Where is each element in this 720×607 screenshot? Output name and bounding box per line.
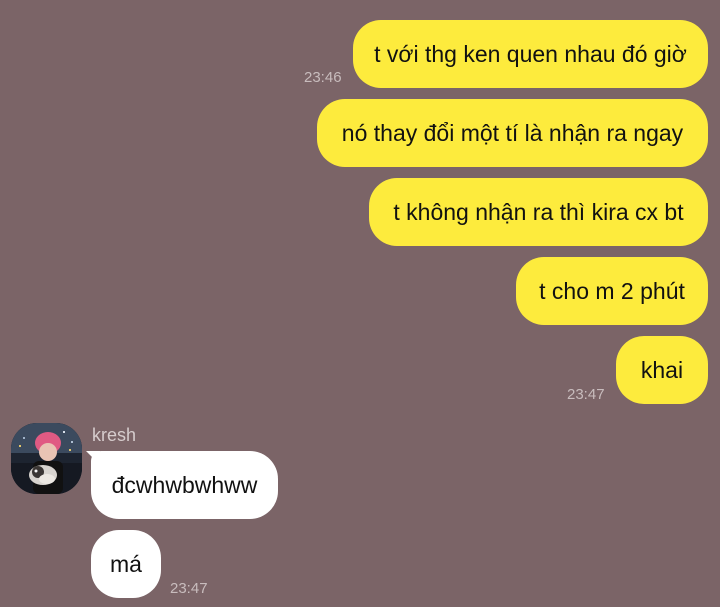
incoming-message[interactable]: đcwhwbwhww: [91, 451, 278, 519]
message-timestamp: 23:47: [170, 580, 208, 597]
outgoing-message[interactable]: nó thay đổi một tí là nhận ra ngay: [317, 99, 708, 167]
message-text: khai: [640, 356, 684, 383]
outgoing-message[interactable]: t với thg ken quen nhau đó giờ: [353, 20, 708, 88]
message-text: má: [110, 550, 142, 577]
message-timestamp: 23:47: [567, 386, 605, 403]
incoming-message[interactable]: má: [91, 530, 161, 598]
message-text: t cho m 2 phút: [539, 277, 685, 304]
message-text: t không nhận ra thì kira cx bt: [393, 198, 684, 225]
message-timestamp: 23:46: [304, 69, 342, 86]
message-text: nó thay đổi một tí là nhận ra ngay: [341, 119, 684, 146]
contact-avatar[interactable]: [11, 423, 82, 494]
outgoing-message[interactable]: t cho m 2 phút: [516, 257, 708, 325]
outgoing-message[interactable]: khai: [616, 336, 708, 404]
message-text: t với thg ken quen nhau đó giờ: [374, 40, 687, 67]
avatar-photo: [11, 423, 82, 494]
message-text: đcwhwbwhww: [111, 471, 258, 498]
contact-name: kresh: [92, 425, 137, 445]
outgoing-message[interactable]: t không nhận ra thì kira cx bt: [369, 178, 708, 246]
